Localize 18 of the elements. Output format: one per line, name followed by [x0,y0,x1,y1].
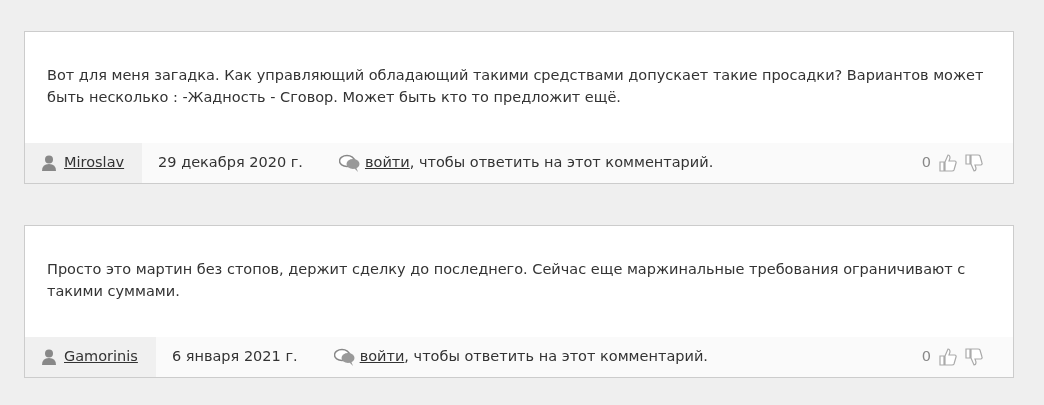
login-link[interactable]: войти [365,154,410,171]
thumbs-up-icon[interactable] [939,154,957,172]
thumbs-up-icon[interactable] [939,348,957,366]
speech-bubbles-icon [333,348,356,366]
user-icon [42,349,56,365]
user-icon [42,155,56,171]
thumbs-down-icon[interactable] [965,154,983,172]
login-prompt: войти, чтобы ответить на этот комментарий. [365,153,714,173]
vote-score: 0 [921,347,931,367]
comment-date: 6 января 2021 г. [171,347,298,367]
thumbs-down-icon[interactable] [965,348,983,366]
speech-bubbles-icon [339,154,361,172]
comment-text: Просто это мартин без стопов, держит сделку до последнего. Сейчас еще маржинальные требования ограничивают с такими суммами. [47,260,967,301]
login-prompt: войти, чтобы ответить на этот комментарий. [359,347,708,367]
comment-text: Вот для меня загадка. Как управляющий обладающий такими средствами допускает такие просадки? Вариантов может быть несколько : -Жадность - Сговор. Может быть кто то предложит ещё. [47,66,985,107]
comment-date: 29 декабря 2020 г. [158,153,303,173]
login-link[interactable]: войти [359,348,405,365]
vote-score: 0 [921,153,931,173]
